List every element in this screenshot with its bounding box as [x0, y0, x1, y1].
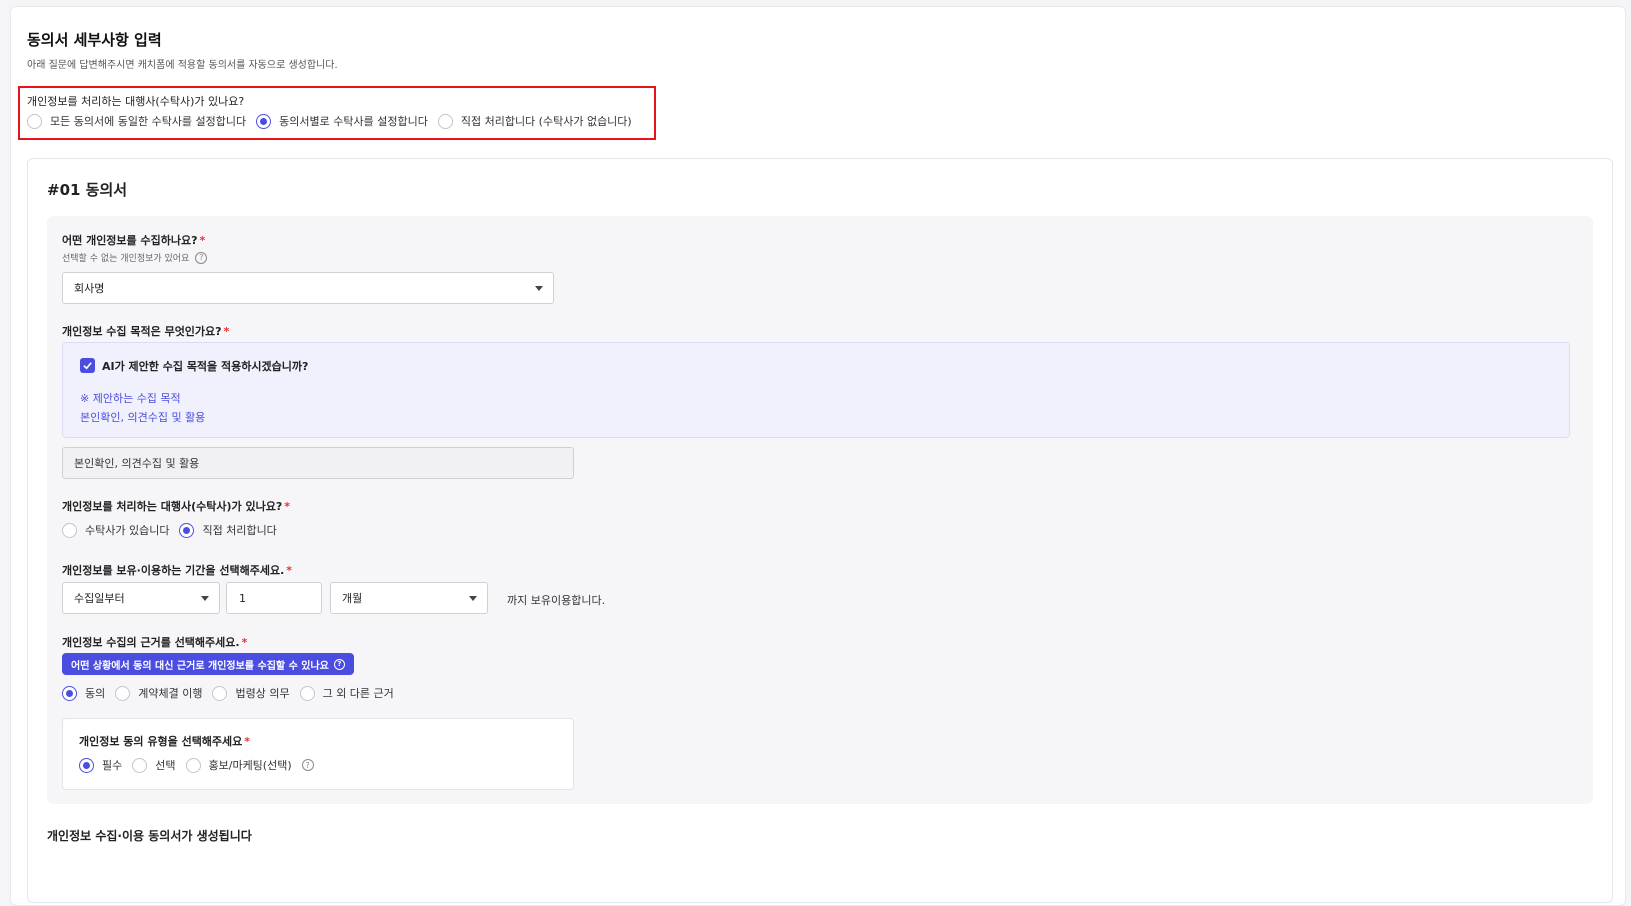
- radio-label: 수탁사가 있습니다: [85, 524, 170, 537]
- processor-question-label: 개인정보를 처리하는 대행사(수탁사)가 있나요?: [27, 95, 245, 108]
- processor-question-options: 모든 동의서에 동일한 수탁사를 설정합니다 동의서별로 수탁사를 설정합니다 …: [27, 113, 642, 129]
- help-icon[interactable]: ?: [195, 251, 208, 264]
- radio-circle-selected[interactable]: [62, 685, 77, 701]
- required-mark: *: [241, 636, 248, 649]
- radio-circle[interactable]: [62, 522, 77, 538]
- radio-circle[interactable]: [115, 685, 131, 701]
- radio-type-required[interactable]: 필수: [79, 757, 122, 773]
- required-mark: *: [244, 735, 251, 748]
- required-mark: *: [223, 325, 230, 338]
- page-title: 동의서 세부사항 입력: [27, 31, 162, 49]
- consent-card-title: #01 동의서: [47, 181, 128, 199]
- collect-hint-text: 선택할 수 없는 개인정보가 있어요: [62, 254, 190, 264]
- radio-label: 필수: [102, 759, 123, 772]
- radio-basis-other[interactable]: 그 외 다른 근거: [299, 685, 394, 701]
- consent-details-page: 동의서 세부사항 입력 아래 질문에 답변해주시면 캐치폼에 적용할 동의서를 …: [10, 6, 1626, 906]
- radio-label: 홍보/마케팅(선택): [208, 759, 292, 772]
- retention-amount-value: 1: [239, 591, 246, 605]
- radio-direct[interactable]: 직접 처리합니다: [179, 522, 277, 538]
- radio-label: 법령상 의무: [235, 687, 290, 700]
- consent-type-box: 개인정보 동의 유형을 선택해주세요 * 필수 선택 홍보/마케팅(선택) ?: [62, 718, 574, 790]
- basis-info-button[interactable]: 어떤 상황에서 동의 대신 근거로 개인정보를 수집할 수 있나요 ?: [62, 653, 354, 675]
- radio-processor-per-consent[interactable]: 동의서별로 수탁사를 설정합니다: [256, 113, 428, 129]
- collect-label-text: 어떤 개인정보를 수집하나요?: [62, 234, 198, 247]
- chevron-down-icon: [201, 596, 209, 601]
- processor-label-text: 개인정보를 처리하는 대행사(수탁사)가 있나요?: [62, 500, 283, 513]
- ai-apply-label: AI가 제안한 수집 목적을 적용하시겠습니까?: [102, 360, 309, 373]
- radio-circle-selected[interactable]: [79, 757, 94, 773]
- radio-label: 직접 처리합니다: [202, 524, 277, 537]
- collect-select[interactable]: 회사명: [62, 272, 554, 304]
- purpose-readonly-field: 본인확인, 의견수집 및 활용: [62, 447, 574, 479]
- chevron-down-icon: [469, 596, 477, 601]
- radio-basis-consent[interactable]: 동의: [62, 685, 105, 701]
- consent-card: #01 동의서 어떤 개인정보를 수집하나요? * 선택할 수 없는 개인정보가 …: [27, 158, 1613, 903]
- check-icon: [83, 362, 92, 370]
- retention-amount-input[interactable]: 1: [226, 582, 322, 614]
- processor-options: 수탁사가 있습니다 직접 처리합니다: [62, 522, 287, 538]
- purpose-label: 개인정보 수집 목적은 무엇인가요? *: [62, 323, 229, 339]
- page-subtitle: 아래 질문에 답변해주시면 캐치폼에 적용할 동의서를 자동으로 생성합니다.: [27, 60, 338, 71]
- radio-circle-selected[interactable]: [256, 113, 272, 129]
- radio-circle[interactable]: [132, 757, 148, 773]
- purpose-label-text: 개인정보 수집 목적은 무엇인가요?: [62, 325, 222, 338]
- help-icon[interactable]: ?: [301, 759, 314, 771]
- radio-label: 선택: [155, 759, 176, 772]
- retention-label: 개인정보를 보유·이용하는 기간을 선택해주세요. *: [62, 562, 292, 578]
- consent-form-panel: 어떤 개인정보를 수집하나요? * 선택할 수 없는 개인정보가 있어요 ? 회사…: [47, 216, 1593, 804]
- consent-type-options: 필수 선택 홍보/마케팅(선택) ?: [79, 757, 314, 773]
- ai-suggest-heading: ※ 제안하는 수집 목적: [80, 392, 181, 405]
- radio-type-optional[interactable]: 선택: [132, 757, 176, 773]
- collect-hint: 선택할 수 없는 개인정보가 있어요 ?: [62, 251, 208, 264]
- purpose-value: 본인확인, 의견수집 및 활용: [74, 457, 200, 470]
- collect-select-value: 회사명: [74, 282, 105, 295]
- retention-start-value: 수집일부터: [74, 592, 125, 605]
- required-mark: *: [199, 234, 206, 247]
- collect-label: 어떤 개인정보를 수집하나요? *: [62, 232, 205, 248]
- ai-apply-checkbox[interactable]: [80, 358, 95, 373]
- radio-circle[interactable]: [212, 685, 228, 701]
- radio-basis-legal[interactable]: 법령상 의무: [212, 685, 290, 701]
- radio-label: 동의서별로 수탁사를 설정합니다: [279, 115, 428, 128]
- radio-circle[interactable]: [185, 757, 201, 773]
- radio-circle[interactable]: [27, 113, 42, 129]
- consent-type-label-text: 개인정보 동의 유형을 선택해주세요: [79, 735, 243, 748]
- radio-basis-contract[interactable]: 계약체결 이행: [115, 685, 202, 701]
- radio-circle-selected[interactable]: [179, 522, 195, 538]
- ai-suggest-value: 본인확인, 의견수집 및 활용: [80, 411, 206, 424]
- radio-label: 계약체결 이행: [138, 687, 203, 700]
- retention-label-text: 개인정보를 보유·이용하는 기간을 선택해주세요.: [62, 564, 285, 577]
- basis-label-text: 개인정보 수집의 근거를 선택해주세요.: [62, 636, 240, 649]
- retention-start-select[interactable]: 수집일부터: [62, 582, 220, 614]
- consent-type-label: 개인정보 동의 유형을 선택해주세요 *: [79, 733, 250, 749]
- radio-circle[interactable]: [299, 685, 315, 701]
- retention-unit-value: 개월: [342, 592, 363, 605]
- radio-label: 그 외 다른 근거: [322, 687, 394, 700]
- processor-label: 개인정보를 처리하는 대행사(수탁사)가 있나요? *: [62, 498, 290, 514]
- radio-label: 직접 처리합니다 (수탁사가 없습니다): [460, 115, 632, 128]
- basis-options: 동의 계약체결 이행 법령상 의무 그 외 다른 근거: [62, 685, 404, 701]
- radio-same-processor-all[interactable]: 모든 동의서에 동일한 수탁사를 설정합니다: [27, 113, 246, 129]
- radio-circle[interactable]: [437, 113, 453, 129]
- basis-info-text: 어떤 상황에서 동의 대신 근거로 개인정보를 수집할 수 있나요: [71, 660, 329, 672]
- retention-unit-select[interactable]: 개월: [330, 582, 488, 614]
- radio-has-processor[interactable]: 수탁사가 있습니다: [62, 522, 169, 538]
- radio-direct-processing[interactable]: 직접 처리합니다 (수탁사가 없습니다): [437, 113, 632, 129]
- footer-note: 개인정보 수집·이용 동의서가 생성됩니다: [47, 829, 252, 843]
- basis-label: 개인정보 수집의 근거를 선택해주세요. *: [62, 634, 247, 650]
- chevron-down-icon: [535, 286, 543, 291]
- ai-suggestion-box: AI가 제안한 수집 목적을 적용하시겠습니까? ※ 제안하는 수집 목적 본인…: [62, 342, 1570, 438]
- required-mark: *: [284, 500, 290, 513]
- radio-label: 동의: [85, 687, 106, 700]
- radio-type-marketing[interactable]: 홍보/마케팅(선택): [185, 757, 292, 773]
- help-icon: ?: [333, 658, 345, 670]
- required-mark: *: [286, 564, 293, 577]
- radio-label: 모든 동의서에 동일한 수탁사를 설정합니다: [50, 115, 247, 128]
- retention-suffix: 까지 보유이용합니다.: [507, 594, 606, 607]
